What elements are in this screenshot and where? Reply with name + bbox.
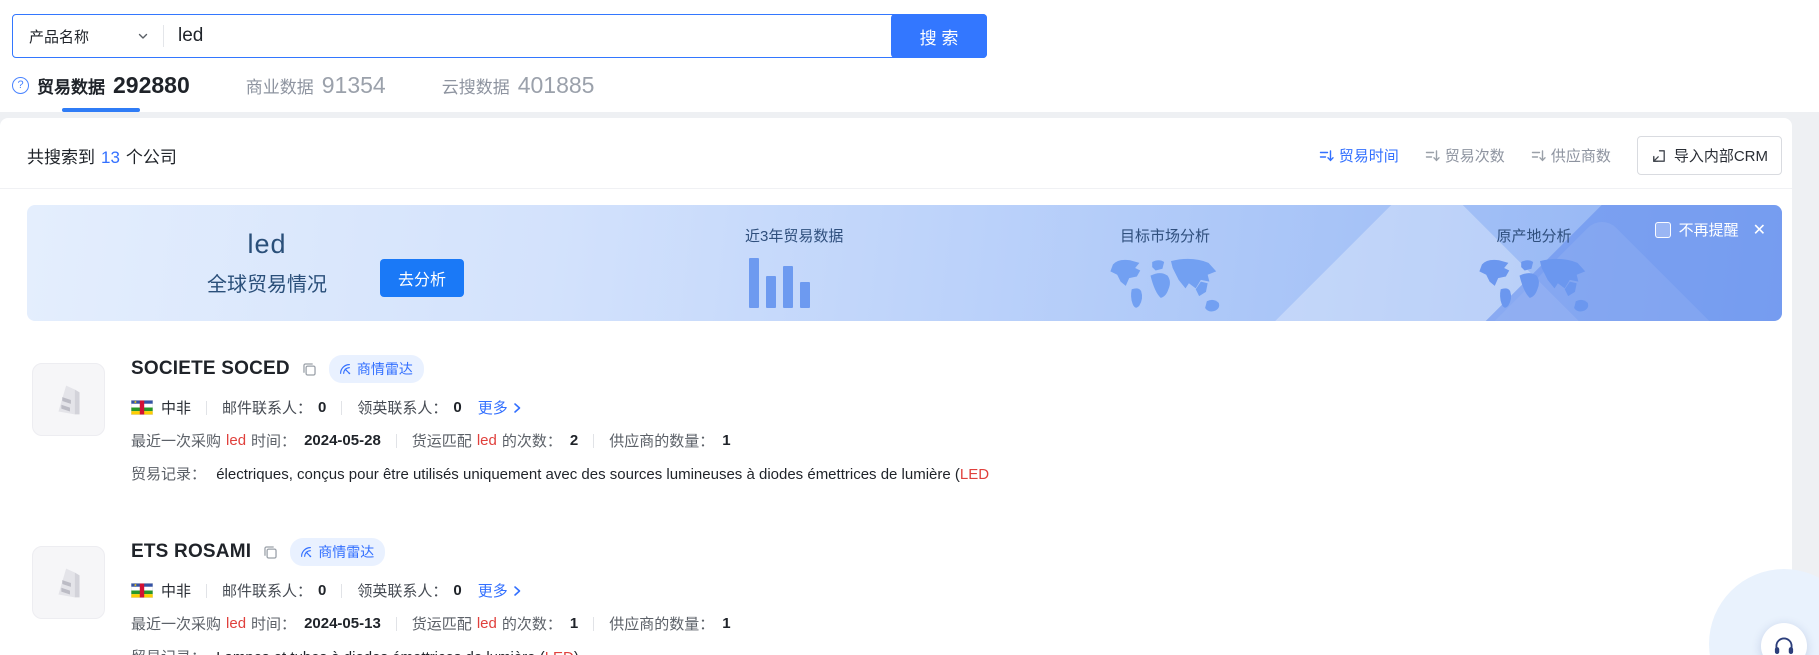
- page-body: 共搜索到13个公司 贸易时间 贸易次数 供应商数: [0, 112, 1819, 655]
- building-icon: [46, 560, 92, 606]
- tab-count: 292880: [113, 72, 190, 99]
- linkedin-contacts-value: 0: [453, 582, 461, 599]
- flag-icon-central-african-republic: [131, 400, 153, 415]
- business-radar-badge[interactable]: 商情雷达: [290, 538, 385, 566]
- company-logo-placeholder: [32, 363, 105, 436]
- freight-match-count: 1: [570, 615, 578, 632]
- import-crm-button[interactable]: 导入内部CRM: [1637, 136, 1782, 175]
- results-controls: 贸易时间 贸易次数 供应商数 导入内部CRM: [1319, 136, 1782, 175]
- bar-chart-icon: [749, 256, 843, 308]
- import-icon: [1651, 148, 1667, 164]
- results-bar: 共搜索到13个公司 贸易时间 贸易次数 供应商数: [0, 118, 1792, 189]
- building-icon: [46, 377, 92, 423]
- banner-item-target-market[interactable]: 目标市场分析: [1090, 225, 1240, 320]
- last-purchase-date: 2024-05-13: [304, 615, 381, 632]
- keyword-highlight: led: [477, 432, 497, 449]
- sort-icon: [1531, 148, 1546, 163]
- business-radar-badge[interactable]: 商情雷达: [329, 355, 424, 383]
- company-card: ETS ROSAMI: [0, 484, 1792, 655]
- linkedin-contacts-label: 领英联系人：: [357, 580, 447, 601]
- banner-dismiss: 不再提醒 ✕: [1655, 219, 1766, 240]
- trade-record-label: 贸易记录：: [131, 649, 206, 655]
- sort-supplier-count[interactable]: 供应商数: [1531, 145, 1611, 166]
- world-map-icon: [1464, 256, 1604, 320]
- copy-icon[interactable]: [301, 361, 318, 378]
- banner-subtitle: 全球贸易情况: [177, 268, 357, 297]
- company-card-body: ETS ROSAMI: [131, 538, 1765, 655]
- company-logo-placeholder: [32, 546, 105, 619]
- trade-record-text: électriques, conçus pour être utilisés u…: [216, 466, 960, 483]
- company-name[interactable]: SOCIETE SOCED: [131, 358, 290, 380]
- search-category-select[interactable]: 产品名称: [13, 15, 163, 57]
- banner-item-origin[interactable]: 原产地分析: [1459, 225, 1609, 320]
- sort-icon: [1425, 148, 1440, 163]
- analyze-button[interactable]: 去分析: [380, 259, 464, 297]
- keyword-highlight: led: [477, 615, 497, 632]
- search-button[interactable]: 搜 索: [891, 14, 987, 58]
- tab-label: 商业数据: [246, 73, 314, 98]
- company-card: SOCIETE SOCED: [0, 321, 1792, 484]
- data-tabs: ? 贸易数据 292880 商业数据 91354 云搜数据 401885: [0, 58, 1819, 112]
- email-contacts-value: 0: [318, 399, 326, 416]
- sort-trade-count[interactable]: 贸易次数: [1425, 145, 1505, 166]
- copy-icon[interactable]: [262, 544, 279, 561]
- country-label: 中非: [161, 397, 191, 418]
- company-card-body: SOCIETE SOCED: [131, 355, 1765, 484]
- chevron-right-icon: [511, 402, 523, 414]
- trade-record-keyword: LED: [545, 649, 574, 655]
- last-purchase-date: 2024-05-28: [304, 432, 381, 449]
- top-search-bar: 产品名称 搜 索: [0, 0, 1819, 58]
- trade-record-row: 贸易记录： Lampes et tubes à diodes émettrice…: [131, 646, 1765, 655]
- close-icon[interactable]: ✕: [1753, 220, 1766, 240]
- question-icon[interactable]: ?: [12, 77, 29, 94]
- headset-icon: [1771, 633, 1797, 655]
- chevron-down-icon: [137, 30, 149, 42]
- trade-record-keyword: LED: [960, 466, 989, 483]
- sort-trade-time[interactable]: 贸易时间: [1319, 145, 1399, 166]
- world-map-icon: [1095, 256, 1235, 320]
- keyword-highlight: led: [226, 432, 246, 449]
- search-input[interactable]: [164, 15, 986, 57]
- trade-record-text: Lampes et tubes à diodes émettrices de l…: [216, 649, 545, 655]
- banner-keyword: led: [177, 229, 357, 260]
- flag-icon-central-african-republic: [131, 583, 153, 598]
- radar-icon: [338, 362, 352, 376]
- results-count: 13: [101, 148, 120, 167]
- tab-label: 贸易数据: [37, 73, 105, 98]
- more-link[interactable]: 更多: [478, 397, 523, 418]
- tab-cloud-search-data[interactable]: 云搜数据 401885: [442, 58, 595, 112]
- email-contacts-label: 邮件联系人：: [222, 397, 312, 418]
- results-summary: 共搜索到13个公司: [27, 143, 177, 168]
- supplier-count: 1: [722, 615, 730, 632]
- dismiss-checkbox[interactable]: [1655, 222, 1671, 238]
- tab-business-data[interactable]: 商业数据 91354: [246, 58, 386, 112]
- linkedin-contacts-label: 领英联系人：: [357, 397, 447, 418]
- company-name[interactable]: ETS ROSAMI: [131, 541, 251, 563]
- linkedin-contacts-value: 0: [453, 399, 461, 416]
- trade-record-row: 贸易记录： électriques, conçus pour être util…: [131, 463, 1765, 484]
- dismiss-label: 不再提醒: [1679, 219, 1739, 240]
- search-category-label: 产品名称: [29, 26, 89, 47]
- chevron-right-icon: [511, 585, 523, 597]
- trade-record-label: 贸易记录：: [131, 466, 206, 483]
- email-contacts-value: 0: [318, 582, 326, 599]
- banner-item-recent-trade[interactable]: 近3年贸易数据: [745, 225, 843, 308]
- country-label: 中非: [161, 580, 191, 601]
- sort-icon: [1319, 148, 1334, 163]
- supplier-count: 1: [722, 432, 730, 449]
- search-group: 产品名称 搜 索: [12, 14, 987, 58]
- tab-trade-data[interactable]: ? 贸易数据 292880: [12, 58, 190, 112]
- radar-icon: [299, 545, 313, 559]
- tab-count: 91354: [322, 72, 386, 99]
- results-panel: 共搜索到13个公司 贸易时间 贸易次数 供应商数: [0, 118, 1792, 655]
- banner-keyword-block: led 全球贸易情况: [177, 229, 357, 297]
- freight-match-count: 2: [570, 432, 578, 449]
- more-link[interactable]: 更多: [478, 580, 523, 601]
- analysis-banner: led 全球贸易情况 去分析 近3年贸易数据 目标市场分析: [27, 205, 1782, 321]
- keyword-highlight: led: [226, 615, 246, 632]
- tab-count: 401885: [518, 72, 595, 99]
- email-contacts-label: 邮件联系人：: [222, 580, 312, 601]
- tab-label: 云搜数据: [442, 73, 510, 98]
